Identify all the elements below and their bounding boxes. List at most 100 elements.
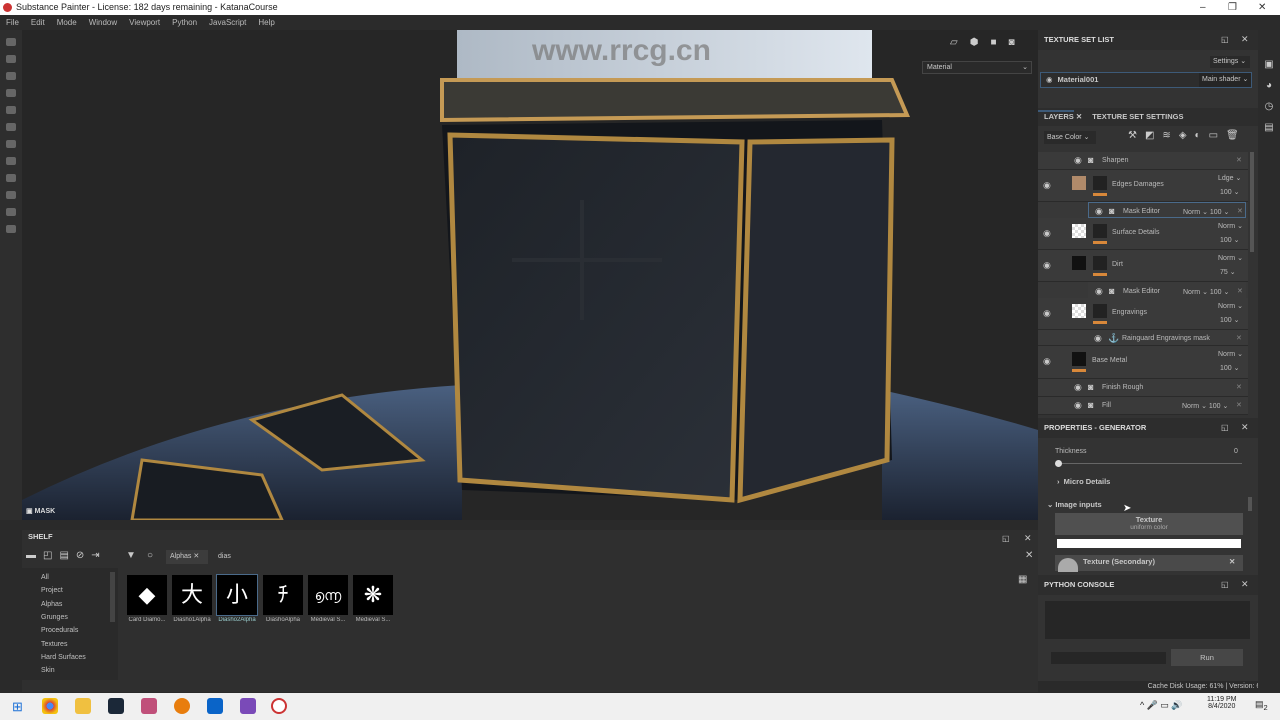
- polyfill-tool-icon[interactable]: [6, 157, 16, 165]
- visibility-eye-icon[interactable]: ◉: [1074, 400, 1082, 411]
- file-explorer-icon[interactable]: [75, 698, 91, 714]
- float-panel-icon[interactable]: ◱: [1221, 423, 1229, 432]
- visibility-eye-icon[interactable]: ◉: [1041, 75, 1058, 84]
- visibility-eye-icon[interactable]: ◉: [1074, 155, 1082, 166]
- blend-mode-dropdown[interactable]: Norm ⌄: [1218, 302, 1243, 310]
- menu-window[interactable]: Window: [83, 15, 123, 30]
- clock[interactable]: 11:19 PM 8/4/2020: [1207, 696, 1236, 710]
- thickness-slider-handle[interactable]: [1055, 460, 1062, 467]
- app-icon[interactable]: [141, 698, 157, 714]
- hide-icon[interactable]: ⊘: [76, 550, 84, 561]
- visibility-eye-icon[interactable]: ◉: [1074, 382, 1082, 393]
- environment-icon[interactable]: ◕: [1258, 75, 1280, 96]
- uniform-color-swatch[interactable]: [1057, 539, 1241, 548]
- add-mask-icon[interactable]: ◩: [1145, 130, 1154, 141]
- alpha-thumbnail-selected[interactable]: 小: [216, 574, 258, 616]
- texture-set-material001[interactable]: ◉ Material001 Main shader ⌄: [1040, 72, 1252, 88]
- visibility-eye-icon[interactable]: ◉: [1095, 286, 1103, 297]
- texture-secondary-slot[interactable]: Texture (Secondary) ✕: [1055, 555, 1243, 572]
- visibility-eye-icon[interactable]: ◉: [1043, 356, 1051, 367]
- alpha-thumbnail[interactable]: ൭൬: [308, 575, 348, 615]
- python-console-input[interactable]: [1051, 652, 1166, 664]
- visibility-eye-icon[interactable]: ◉: [1043, 228, 1051, 239]
- remove-icon[interactable]: ✕: [1236, 334, 1242, 342]
- paint-tool-icon[interactable]: [6, 38, 16, 46]
- save-icon[interactable]: ▤: [59, 550, 68, 561]
- visibility-eye-icon[interactable]: ◉: [1095, 206, 1103, 217]
- category-grunges[interactable]: Grunges: [41, 614, 68, 621]
- menu-viewport[interactable]: Viewport: [123, 15, 166, 30]
- reset-icon[interactable]: ○: [147, 550, 153, 561]
- settings-dropdown[interactable]: Settings ⌄: [1210, 56, 1250, 68]
- micro-details-section[interactable]: › Micro Details: [1057, 477, 1110, 486]
- grid-view-icon[interactable]: ▦: [1018, 574, 1027, 585]
- clear-search-icon[interactable]: ✕: [1025, 550, 1033, 561]
- remove-icon[interactable]: ✕: [1236, 383, 1242, 391]
- history-icon[interactable]: ◷: [1258, 96, 1280, 117]
- category-textures[interactable]: Textures: [41, 641, 67, 648]
- display-settings-icon[interactable]: ▣: [1258, 54, 1280, 75]
- float-panel-icon[interactable]: ◱: [1002, 534, 1010, 543]
- eraser-tool-icon[interactable]: [6, 55, 16, 63]
- remove-icon[interactable]: ✕: [1237, 207, 1243, 215]
- export-icon[interactable]: [6, 225, 16, 233]
- notifications-icon[interactable]: ▤2: [1255, 699, 1268, 712]
- add-fill-layer-icon[interactable]: ◈: [1179, 130, 1187, 141]
- opacity-dropdown[interactable]: 100 ⌄: [1220, 364, 1240, 372]
- layer-row[interactable]: ◉ Surface Details Norm ⌄ 100 ⌄: [1038, 218, 1248, 250]
- tray-icons[interactable]: ^ 🎤 ▭ 🔊: [1140, 700, 1183, 711]
- thickness-slider[interactable]: [1057, 463, 1242, 464]
- menu-file[interactable]: File: [0, 15, 25, 30]
- menu-mode[interactable]: Mode: [51, 15, 83, 30]
- category-project[interactable]: Project: [41, 587, 63, 594]
- menu-python[interactable]: Python: [166, 15, 203, 30]
- import-icon[interactable]: ⇥: [91, 550, 99, 561]
- channel-dropdown[interactable]: Base Color ⌄: [1044, 131, 1096, 144]
- video-icon[interactable]: ■: [990, 37, 996, 48]
- category-procedurals[interactable]: Procedurals: [41, 627, 78, 634]
- clone-tool-icon[interactable]: [6, 123, 16, 131]
- headphones-icon[interactable]: [240, 698, 256, 714]
- blend-mode-dropdown[interactable]: Norm ⌄ 100 ⌄: [1183, 288, 1229, 296]
- remove-texture-icon[interactable]: ✕: [1229, 555, 1235, 569]
- close-panel-icon[interactable]: ✕: [1241, 34, 1249, 45]
- layer-row[interactable]: ◉ ◙ Finish Rough ✕: [1038, 379, 1248, 397]
- menu-edit[interactable]: Edit: [25, 15, 51, 30]
- add-folder-icon[interactable]: ▭: [1209, 130, 1218, 141]
- layer-row[interactable]: ◉ ⚓ Rainguard Engravings mask ✕: [1038, 330, 1248, 346]
- add-layer-icon[interactable]: ≋: [1162, 130, 1170, 141]
- smart-material-icon[interactable]: ◐: [1195, 130, 1201, 141]
- windows-start-icon[interactable]: ⊞: [12, 699, 23, 715]
- blend-mode-dropdown[interactable]: Ldge ⌄: [1218, 174, 1241, 182]
- filter-icon[interactable]: ▼: [126, 550, 136, 561]
- alpha-thumbnail[interactable]: ◆: [127, 575, 167, 615]
- float-panel-icon[interactable]: ◱: [1221, 580, 1229, 589]
- steam-icon[interactable]: [108, 698, 124, 714]
- close-panel-icon[interactable]: ✕: [1241, 422, 1249, 433]
- texture-input-slot[interactable]: Texture uniform color: [1055, 513, 1243, 535]
- alpha-thumbnail[interactable]: ﾁ: [263, 575, 303, 615]
- visibility-eye-icon[interactable]: ◉: [1043, 260, 1051, 271]
- mask-thumbnail[interactable]: [1093, 224, 1107, 238]
- opacity-dropdown[interactable]: 100 ⌄: [1220, 236, 1240, 244]
- blend-mode-dropdown[interactable]: Norm ⌄: [1218, 254, 1243, 262]
- visibility-eye-icon[interactable]: ◉: [1043, 180, 1051, 191]
- minimize-button[interactable]: –: [1200, 0, 1206, 15]
- float-panel-icon[interactable]: ◱: [1221, 35, 1229, 44]
- category-hard-surfaces[interactable]: Hard Surfaces: [41, 654, 86, 661]
- new-shelf-icon[interactable]: ◰: [43, 550, 52, 561]
- run-button[interactable]: Run: [1171, 649, 1243, 666]
- mask-thumbnail[interactable]: [1093, 304, 1107, 318]
- folder-icon[interactable]: ▬: [26, 550, 36, 561]
- blend-mode-dropdown[interactable]: Norm ⌄: [1218, 350, 1243, 358]
- tab-layers[interactable]: LAYERS: [1038, 110, 1074, 121]
- photoshop-export-icon[interactable]: [6, 208, 16, 216]
- layer-row[interactable]: ◉ ◙ Fill Norm ⌄ 100 ⌄ ✕: [1038, 397, 1248, 415]
- mask-thumbnail[interactable]: [1093, 256, 1107, 270]
- 3d-viewport[interactable]: www.rrcg.cn Material ⌄ ▱ ⬢ ■ ◙ ▣ MASK: [22, 30, 1038, 520]
- menu-javascript[interactable]: JavaScript: [203, 15, 252, 30]
- properties-scrollbar[interactable]: [1248, 497, 1252, 511]
- smudge-tool-icon[interactable]: [6, 106, 16, 114]
- screenshot-icon[interactable]: ◙: [1008, 37, 1014, 48]
- filter-tag-alphas[interactable]: Alphas ✕: [166, 550, 208, 564]
